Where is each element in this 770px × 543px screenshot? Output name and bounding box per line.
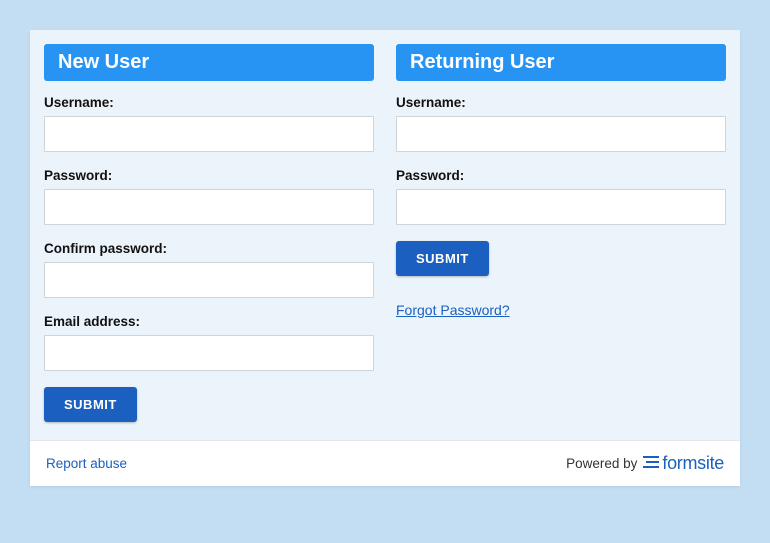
new-email-input[interactable] <box>44 335 374 371</box>
new-user-submit-button[interactable]: SUBMIT <box>44 387 137 422</box>
formsite-logo[interactable]: formsite <box>643 453 724 474</box>
returning-username-label: Username: <box>396 95 726 110</box>
new-confirm-input[interactable] <box>44 262 374 298</box>
forgot-password-link[interactable]: Forgot Password? <box>396 302 510 318</box>
new-password-input[interactable] <box>44 189 374 225</box>
new-confirm-field: Confirm password: <box>44 241 374 298</box>
new-password-field: Password: <box>44 168 374 225</box>
new-username-field: Username: <box>44 95 374 152</box>
returning-password-label: Password: <box>396 168 726 183</box>
form-container: New User Username: Password: Confirm pas… <box>30 30 740 486</box>
returning-user-submit-button[interactable]: SUBMIT <box>396 241 489 276</box>
formsite-name: formsite <box>662 453 724 474</box>
new-user-column: New User Username: Password: Confirm pas… <box>44 44 374 422</box>
formsite-icon <box>643 455 659 472</box>
new-email-label: Email address: <box>44 314 374 329</box>
returning-username-input[interactable] <box>396 116 726 152</box>
returning-user-header: Returning User <box>396 44 726 81</box>
returning-password-field: Password: <box>396 168 726 225</box>
report-abuse-link[interactable]: Report abuse <box>46 456 127 471</box>
new-user-header: New User <box>44 44 374 81</box>
returning-password-input[interactable] <box>396 189 726 225</box>
new-password-label: Password: <box>44 168 374 183</box>
returning-user-column: Returning User Username: Password: SUBMI… <box>396 44 726 422</box>
returning-username-field: Username: <box>396 95 726 152</box>
powered-by-label: Powered by <box>566 456 637 471</box>
new-email-field: Email address: <box>44 314 374 371</box>
new-username-input[interactable] <box>44 116 374 152</box>
powered-by: Powered by formsite <box>566 453 724 474</box>
form-area: New User Username: Password: Confirm pas… <box>30 30 740 440</box>
footer: Report abuse Powered by formsite <box>30 440 740 486</box>
new-confirm-label: Confirm password: <box>44 241 374 256</box>
new-username-label: Username: <box>44 95 374 110</box>
